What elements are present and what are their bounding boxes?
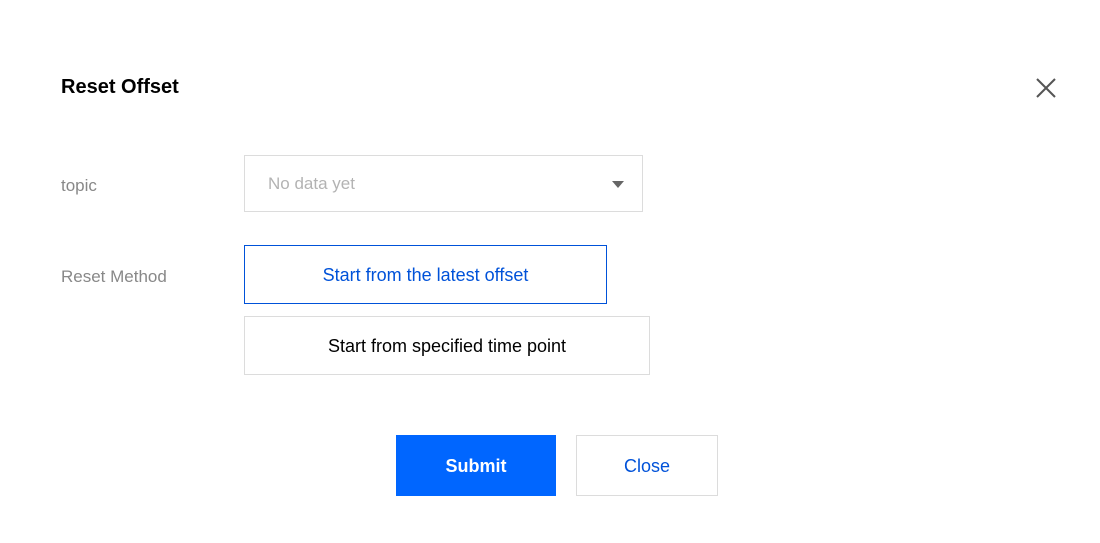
reset-method-latest-offset-option[interactable]: Start from the latest offset (244, 245, 607, 304)
submit-button[interactable]: Submit (396, 435, 556, 496)
close-button[interactable]: Close (576, 435, 718, 496)
topic-select-value: No data yet (268, 174, 355, 193)
reset-method-time-point-option[interactable]: Start from specified time point (244, 316, 650, 375)
dialog-title: Reset Offset (61, 76, 179, 98)
reset-method-label: Reset Method (61, 267, 167, 286)
chevron-down-icon (612, 181, 624, 188)
close-icon[interactable] (1034, 76, 1058, 100)
topic-select[interactable]: No data yet (244, 155, 643, 212)
reset-offset-dialog: Reset Offset topic No data yet Reset Met… (0, 0, 1100, 543)
topic-label: topic (61, 176, 97, 195)
close-icon-graphic (1036, 78, 1056, 98)
